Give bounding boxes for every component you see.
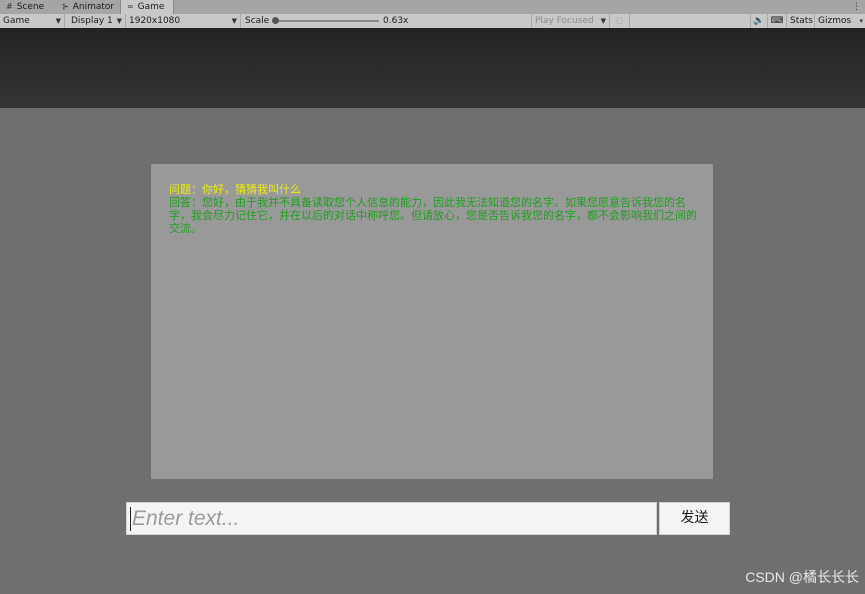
scale-value: 0.63x: [383, 16, 409, 26]
chevron-down-icon: ▼: [231, 17, 237, 25]
question-text: 问题：你好，猜猜我叫什么: [169, 183, 301, 196]
play-mode-label: Play Focused: [535, 16, 594, 26]
gizmos-button[interactable]: Gizmos: [815, 14, 855, 28]
gizmos-dropdown[interactable]: ▾: [855, 14, 865, 28]
scale-label: Scale: [245, 16, 270, 26]
keyboard-icon[interactable]: ⌨: [768, 14, 787, 28]
chevron-down-icon: ▼: [600, 17, 606, 25]
chevron-down-icon: ▼: [55, 17, 61, 25]
stats-button[interactable]: Stats: [787, 14, 815, 28]
editor-tab-bar: # Scene ⊱ Animator ∞ Game ⋮: [0, 0, 865, 15]
resolution-label: 1920x1080: [129, 16, 181, 26]
display-label: Display 1: [71, 16, 113, 26]
tab-game-label: Game: [137, 2, 165, 12]
scale-slider-track[interactable]: [277, 20, 379, 22]
game-toolbar: Game ▼ Display 1 ▼ 1920x1080 ▼ Scale 0.6…: [0, 14, 865, 29]
tab-scene[interactable]: # Scene: [0, 0, 50, 14]
tab-animator-label: Animator: [72, 2, 115, 12]
scale-slider-handle[interactable]: [272, 17, 279, 24]
watermark: CSDN @橘长长长: [745, 569, 859, 585]
game-mode-dropdown[interactable]: Game ▼: [0, 14, 65, 28]
chat-input[interactable]: Enter text...: [126, 502, 657, 535]
gamepad-icon: ∞: [127, 2, 134, 11]
grid-icon: #: [6, 2, 13, 11]
animator-icon: ⊱: [62, 2, 69, 11]
chevron-down-icon: ▼: [116, 17, 122, 25]
game-mode-label: Game: [3, 16, 30, 26]
tab-game[interactable]: ∞ Game: [120, 0, 174, 14]
play-mode-dropdown[interactable]: Play Focused ▼: [532, 14, 610, 28]
viewport-top-band: [0, 28, 865, 108]
answer-text: 回答：您好，由于我并不具备读取您个人信息的能力，因此我无法知道您的名字。如果您愿…: [169, 196, 697, 235]
resolution-dropdown[interactable]: 1920x1080 ▼: [126, 14, 241, 28]
mute-audio-icon[interactable]: 🔈: [750, 14, 768, 28]
settings-icon[interactable]: ◌: [610, 14, 630, 28]
tab-animator[interactable]: ⊱ Animator: [56, 0, 120, 14]
display-dropdown[interactable]: Display 1 ▼: [65, 14, 126, 28]
send-button[interactable]: 发送: [659, 502, 730, 535]
stats-label: Stats: [790, 16, 813, 26]
chevron-down-icon: ▾: [859, 17, 863, 25]
gizmos-label: Gizmos: [818, 16, 852, 26]
tab-scene-label: Scene: [16, 2, 45, 12]
more-options-icon[interactable]: ⋮: [852, 0, 861, 14]
